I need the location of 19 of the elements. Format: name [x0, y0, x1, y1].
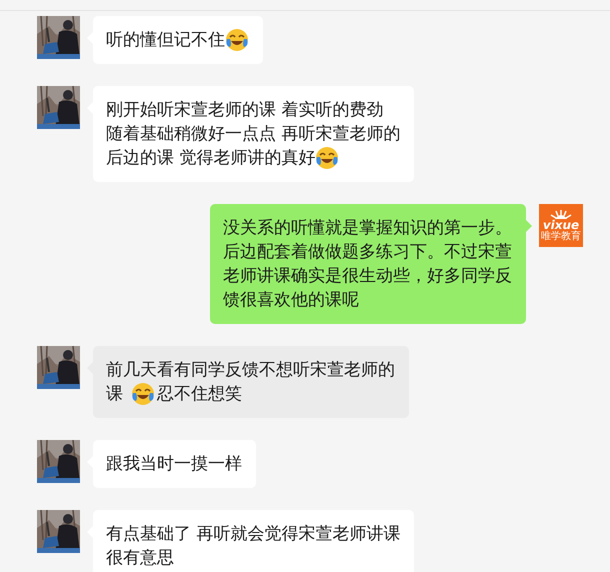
message-text: 馈很喜欢他的课呢: [223, 289, 359, 312]
message-text: 没关系的听懂就是掌握知识的第一步。: [223, 217, 512, 240]
message-text: 有点基础了 再听就会觉得宋萱老师讲课: [106, 523, 400, 546]
message-text: 很有意思: [106, 547, 174, 570]
message-text: 跟我当时一摸一样: [106, 453, 242, 476]
emoji-icon: [315, 146, 340, 170]
message-text: 后边配套着做做题多练习下。不过宋萱: [223, 241, 512, 264]
message-text: 前几天看有同学反馈不想听宋萱老师的: [106, 359, 395, 382]
message-text: 后边的课 觉得老师讲的真好: [106, 147, 316, 170]
message-text: 刚开始听宋萱老师的课 着实听的费劲: [106, 99, 384, 122]
logo-subtitle: 唯学教育: [541, 230, 581, 242]
message-text: 忍不住想笑: [157, 383, 242, 406]
logo-text: vixue: [542, 220, 580, 230]
message-text: 课: [106, 383, 123, 406]
message-text: 听的懂但记不住: [106, 29, 225, 52]
emoji-icon: [131, 382, 155, 406]
message-text: 随着基础稍微好一点点 再听宋萱老师的: [106, 123, 400, 146]
emoji-icon: [225, 28, 249, 52]
message-text: 老师讲课确实是很生动些，好多同学反: [223, 265, 512, 288]
